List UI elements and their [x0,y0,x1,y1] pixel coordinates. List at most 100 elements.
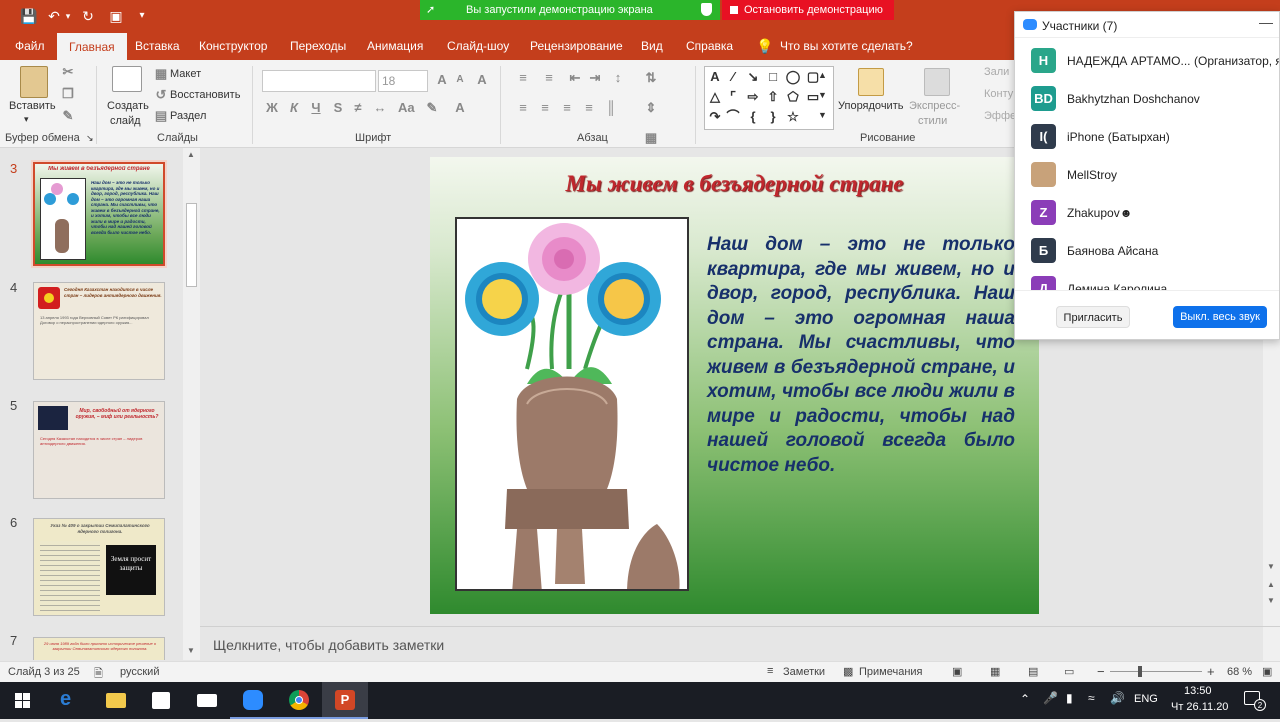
current-slide[interactable]: Мы живем в безъядерной стране Наш дом – … [430,157,1039,614]
curve-shape-icon[interactable]: ↷ [707,109,723,125]
powerpoint-icon[interactable]: P [322,682,368,719]
reset-button[interactable]: Восстановить [170,89,240,101]
participant-row[interactable]: Д Демина Каролина [1015,270,1279,290]
flower-vase-image[interactable] [455,217,689,591]
char-spacing-icon[interactable]: ↔ [372,100,388,116]
microphone-icon[interactable]: 🎤 [1043,691,1058,705]
participant-row[interactable]: Н НАДЕЖДА АРТАМО... (Организатор, я) [1015,42,1279,80]
slide-thumbnail-6[interactable]: Указ № 409 о закрытии Семипалатинского я… [33,518,165,616]
comments-button[interactable]: Примечания [859,666,923,678]
gallery-up-icon[interactable]: ▲ [818,70,827,80]
slide-thumbnail-3[interactable]: Мы живем в безъядерной стране Наш дом – … [31,160,167,268]
notes-button[interactable]: Заметки [783,666,825,678]
participant-row[interactable]: BD Bakhytzhan Doshchanov [1015,80,1279,118]
shape-fill-button[interactable]: Зали [984,66,1009,78]
chrome-icon[interactable] [276,682,322,719]
fit-to-window-icon[interactable]: ▣ [1262,665,1272,678]
cut-icon[interactable]: ✂ [60,64,76,80]
shape-outline-button[interactable]: Конту [984,88,1013,100]
paste-button[interactable]: Вставить [9,100,56,112]
next-slide-icon[interactable]: ▼ [1267,596,1275,605]
layout-button[interactable]: Макет [170,68,201,80]
arrange-button[interactable]: Упорядочить [838,100,903,112]
shape-effects-button[interactable]: Эффе [984,110,1016,122]
participant-row[interactable]: Z Zhakupov☻ [1015,194,1279,232]
font-color-icon[interactable]: A [452,100,468,116]
shadow-icon[interactable]: S [330,100,346,116]
arrow-shape-icon[interactable]: ↘ [745,69,761,85]
tab-slideshow[interactable]: Слайд-шоу [447,32,509,60]
stop-share-button[interactable]: Остановить демонстрацию [722,0,894,20]
zoom-app-icon[interactable] [230,682,276,719]
gallery-more-icon[interactable]: ▼ [818,110,827,120]
rectangle-shape-icon[interactable]: □ [765,69,781,85]
zoom-out-icon[interactable]: − [1097,664,1105,679]
increase-font-icon[interactable]: A [434,72,450,88]
bold-button[interactable]: Ж [264,100,280,116]
italic-button[interactable]: К [286,100,302,116]
quick-styles-label-1[interactable]: Экспресс- [909,100,960,112]
font-size-box[interactable]: 18 [378,70,428,92]
zoom-slider[interactable] [1110,671,1202,672]
volume-icon[interactable]: 🔊 [1110,691,1125,705]
line-spacing-icon[interactable]: ↕ [610,70,626,86]
font-name-box[interactable] [262,70,376,92]
wifi-icon[interactable]: ≈ [1088,691,1095,705]
file-explorer-icon[interactable] [92,682,138,719]
customize-qat-icon[interactable]: ▾ [134,8,150,24]
zoom-level[interactable]: 68 % [1227,666,1252,678]
tab-insert[interactable]: Вставка [135,32,180,60]
edge-icon[interactable]: e [46,682,92,719]
align-center-icon[interactable]: ≡ [537,100,553,116]
new-slide-label-2[interactable]: слайд [110,115,141,127]
justify-icon[interactable]: ≡ [581,100,597,116]
tab-view[interactable]: Вид [641,32,663,60]
mail-icon[interactable] [184,682,230,719]
tab-review[interactable]: Рецензирование [530,32,623,60]
slide-sorter-icon[interactable]: ▦ [990,665,1000,678]
paste-dropdown-icon[interactable]: ▾ [24,114,29,125]
layout-icon[interactable]: ▦ [153,66,169,82]
right-arrow-shape-icon[interactable]: ⇨ [745,89,761,105]
tab-help[interactable]: Справка [686,32,733,60]
increase-indent-icon[interactable]: ⇥ [587,70,603,86]
scroll-down-icon[interactable]: ▼ [1267,562,1275,571]
align-right-icon[interactable]: ≡ [559,100,575,116]
highlight-icon[interactable]: ✎ [424,100,440,116]
slideshow-view-icon[interactable]: ▭ [1064,665,1074,678]
underline-button[interactable]: Ч [308,100,324,116]
numbering-icon[interactable]: ≡ [541,70,557,86]
arrange-icon[interactable] [858,68,884,96]
paste-icon[interactable] [20,66,48,98]
comments-icon[interactable]: ▩ [843,665,853,678]
change-case-icon[interactable]: Aa [398,100,415,116]
text-direction-icon[interactable]: ⇅ [643,70,659,86]
zoom-in-icon[interactable]: + [1207,664,1215,679]
notes-placeholder[interactable]: Щелкните, чтобы добавить заметки [213,637,444,653]
elbow-shape-icon[interactable]: ⌜ [725,89,741,105]
participant-row[interactable]: Б Баянова Айсана [1015,232,1279,270]
slide-thumbnail-4[interactable]: Сегодня Казахстан находится в числе стра… [33,282,165,380]
tab-home[interactable]: Главная [57,33,127,60]
start-slideshow-icon[interactable]: ▣ [108,8,124,24]
copy-icon[interactable]: ❐ [60,86,76,102]
clipboard-launcher-icon[interactable]: ↘ [86,133,94,144]
tab-animation[interactable]: Анимация [367,32,423,60]
triangle-shape-icon[interactable]: △ [707,89,723,105]
bullets-icon[interactable]: ≡ [515,70,531,86]
brace-close-icon[interactable]: } [765,109,781,125]
new-slide-label-1[interactable]: Создать [107,100,149,112]
quick-styles-icon[interactable] [924,68,950,96]
mute-all-button[interactable]: Выкл. весь звук [1173,306,1267,328]
align-text-icon[interactable]: ⇕ [643,100,659,116]
strikethrough-icon[interactable]: ≠ [350,100,366,116]
participant-row[interactable]: I( iPhone (Батырхан) [1015,118,1279,156]
scroll-thumb[interactable] [186,203,197,287]
undo-dropdown-icon[interactable]: ▾ [60,8,76,24]
tab-file[interactable]: Файл [15,32,45,60]
align-left-icon[interactable]: ≡ [515,100,531,116]
new-slide-icon[interactable] [112,66,142,92]
clock-time[interactable]: 13:50 [1184,685,1212,697]
battery-icon[interactable]: ▮ [1066,691,1073,705]
zoom-slider-thumb[interactable] [1138,666,1142,677]
